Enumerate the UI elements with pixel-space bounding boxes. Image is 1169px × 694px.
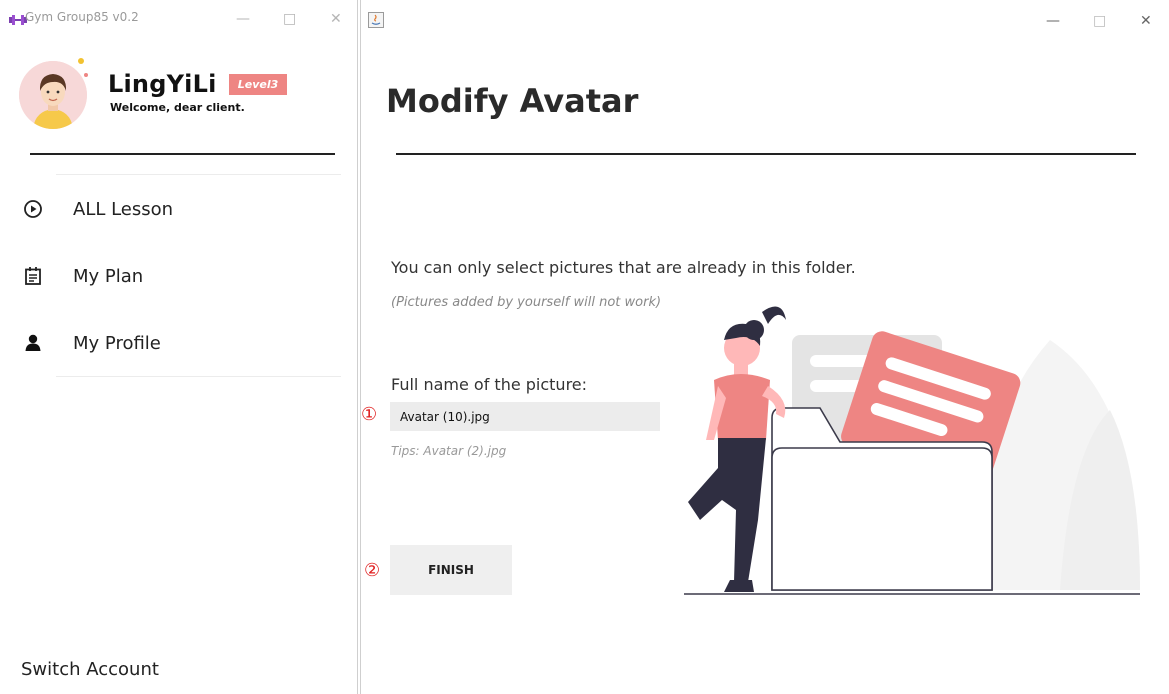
calendar-list-icon [22, 265, 44, 287]
note-text: (Pictures added by yourself will not wor… [391, 295, 662, 310]
field-label: Full name of the picture: [391, 375, 588, 394]
finish-button[interactable]: FINISH [390, 545, 512, 595]
maximize-button[interactable]: □ [1093, 14, 1106, 28]
divider [396, 153, 1136, 155]
divider [56, 174, 341, 175]
close-button[interactable]: ✕ [330, 12, 342, 26]
nav-item-label: ALL Lesson [73, 198, 174, 220]
maximize-button[interactable]: □ [283, 12, 296, 26]
switch-account-link[interactable]: Switch Account [21, 659, 159, 680]
welcome-text: Welcome, dear client. [110, 101, 245, 114]
nav-item-label: My Plan [73, 265, 144, 287]
page-title: Modify Avatar [386, 82, 639, 120]
step-marker-1: ① [361, 404, 378, 425]
description-text: You can only select pictures that are al… [391, 258, 856, 277]
username: LingYiLi [108, 70, 217, 98]
sparkle-icon [78, 58, 84, 64]
sparkle-icon [84, 73, 88, 77]
tips-text: Tips: Avatar (2).jpg [391, 444, 507, 458]
java-app-icon [368, 12, 384, 32]
nav-item-my-plan[interactable]: My Plan [22, 256, 342, 296]
minimize-button[interactable]: — [236, 12, 250, 26]
divider [56, 376, 341, 377]
minimize-button[interactable]: — [1046, 14, 1060, 28]
nav-item-my-profile[interactable]: My Profile [22, 323, 342, 363]
step-marker-2: ② [364, 560, 381, 581]
main-window: Gym Group85 v0.2 — □ ✕ LingYiLi Level3 W… [0, 0, 358, 694]
picture-name-input[interactable] [390, 402, 660, 431]
avatar[interactable] [19, 61, 87, 129]
divider [30, 153, 335, 155]
close-button[interactable]: ✕ [1140, 14, 1152, 28]
window-title: Gym Group85 v0.2 [25, 10, 139, 24]
level-badge: Level3 [229, 74, 287, 95]
nav-item-label: My Profile [73, 332, 161, 354]
folder-illustration [670, 290, 1150, 610]
play-circle-icon [22, 198, 44, 220]
person-icon [22, 332, 44, 354]
nav-item-all-lesson[interactable]: ALL Lesson [22, 189, 342, 229]
